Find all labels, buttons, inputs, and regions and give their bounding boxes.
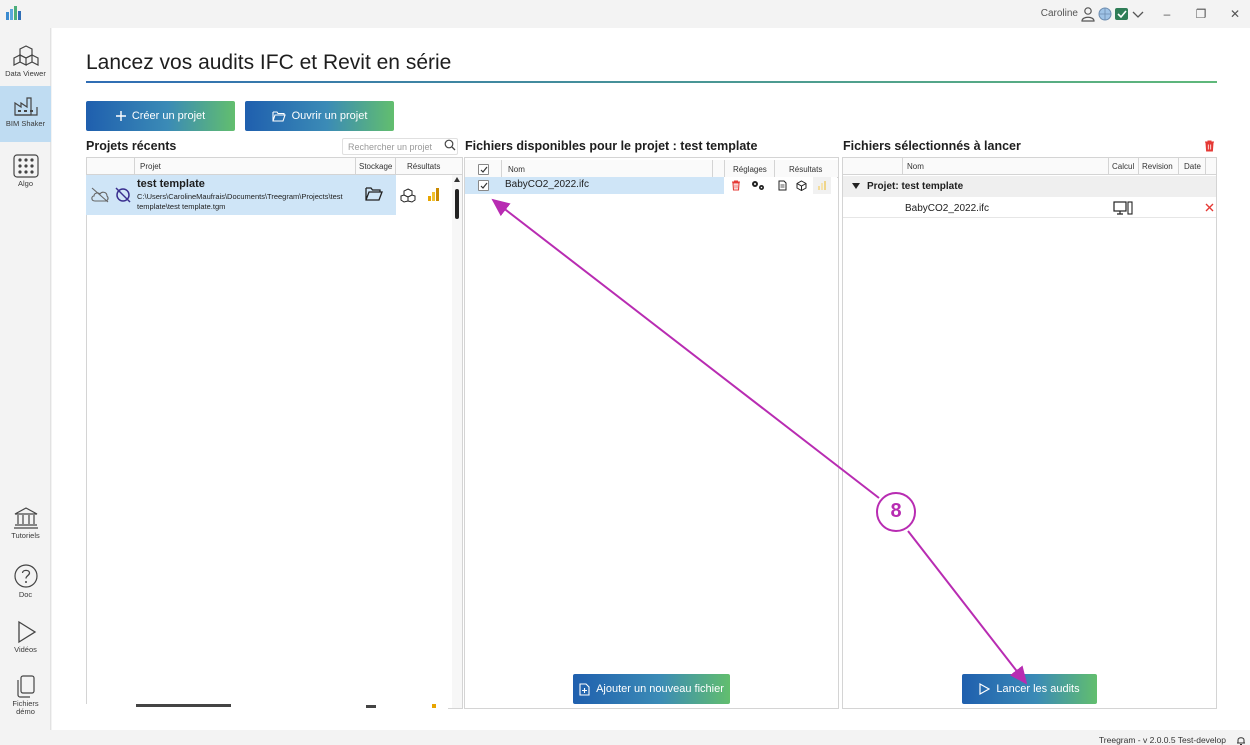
status-bar: Treegram - v 2.0.0.5 Test-develop	[0, 730, 1250, 745]
step-number-badge: 8	[876, 492, 916, 532]
annotation-arrow	[907, 530, 1028, 685]
annotation-overlay	[491, 198, 1028, 685]
notification-bell-icon[interactable]	[1236, 735, 1246, 745]
annotation-arrow	[491, 198, 880, 499]
version-text: Treegram - v 2.0.0.5 Test-develop	[1098, 735, 1226, 745]
